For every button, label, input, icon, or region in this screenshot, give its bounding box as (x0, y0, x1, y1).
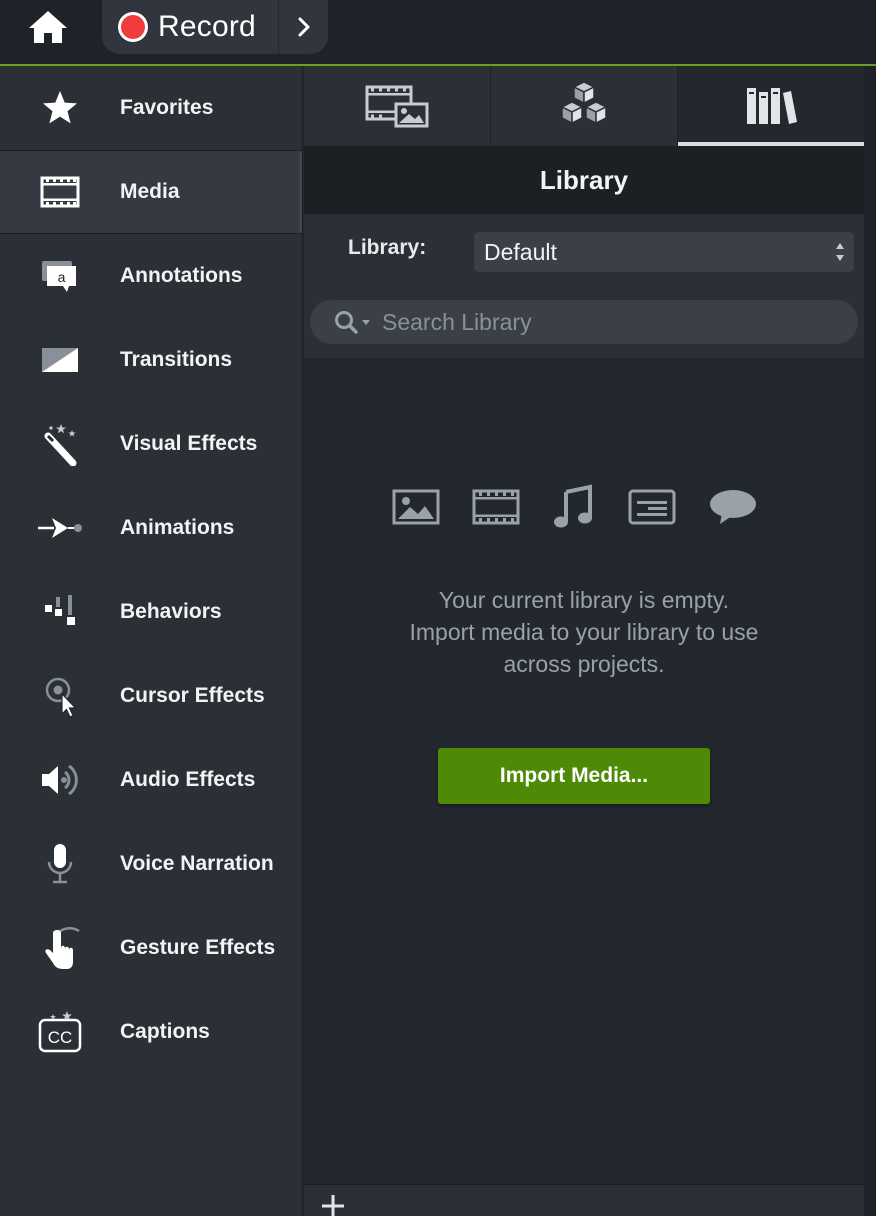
record-button[interactable]: Record (102, 0, 278, 54)
sidebar-item-visual-effects[interactable]: Visual Effects (0, 402, 302, 486)
text-caption-icon (628, 482, 676, 532)
empty-library-message: Your current library is empty. Import me… (304, 584, 864, 680)
top-toolbar: Record (0, 0, 876, 66)
sidebar-item-favorites[interactable]: Favorites (0, 66, 302, 150)
sidebar-item-transitions[interactable]: Transitions (0, 318, 302, 402)
import-media-button[interactable]: Import Media... (438, 748, 710, 804)
home-button[interactable] (24, 7, 72, 47)
library-select-value: Default (484, 239, 557, 265)
captions-icon-text: CC (48, 1028, 73, 1047)
add-icon[interactable] (318, 1191, 348, 1216)
sidebar-item-cursor-effects[interactable]: Cursor Effects (0, 654, 302, 738)
search-row (304, 288, 864, 358)
right-edge (864, 66, 876, 1216)
panel-bottom-bar (304, 1184, 864, 1216)
sidebar-item-label: Annotations (120, 264, 243, 287)
library-select-row: Library: Default (304, 214, 864, 288)
library-select[interactable]: Default (474, 232, 854, 272)
sidebar: Favorites Media a Annotations Transition… (0, 66, 303, 1216)
library-select-label: Library: (348, 236, 427, 259)
star-icon (36, 84, 84, 132)
sidebar-item-media[interactable]: Media (0, 150, 302, 234)
cursor-icon (36, 672, 84, 720)
panel-tabs (304, 66, 864, 146)
sidebar-item-label: Cursor Effects (120, 684, 265, 707)
sidebar-item-label: Gesture Effects (120, 936, 276, 959)
sidebar-item-animations[interactable]: Animations (0, 486, 302, 570)
sidebar-item-label: Behaviors (120, 600, 222, 623)
tab-media-bin[interactable] (304, 66, 491, 146)
sidebar-item-label: Audio Effects (120, 768, 256, 791)
record-label: Record (158, 10, 256, 43)
panel-header: Library (304, 146, 864, 214)
microphone-icon (36, 840, 84, 888)
sidebar-item-label: Visual Effects (120, 432, 258, 455)
sidebar-item-label: Animations (120, 516, 235, 539)
media-bin-icon (365, 85, 429, 128)
sidebar-item-behaviors[interactable]: Behaviors (0, 570, 302, 654)
image-icon (392, 482, 440, 532)
tab-library-assets[interactable] (491, 66, 678, 146)
books-icon (747, 88, 797, 124)
home-icon (29, 11, 67, 43)
film-strip-icon (36, 168, 84, 216)
sidebar-item-voice-narration[interactable]: Voice Narration (0, 822, 302, 906)
sidebar-item-captions[interactable]: CC Captions (0, 990, 302, 1074)
record-control: Record (102, 0, 328, 54)
closed-captions-icon: CC (36, 1008, 84, 1056)
app-window: Record Favorites Media a Annotations Tra… (0, 0, 876, 1216)
search-input[interactable] (382, 304, 842, 340)
tab-library[interactable] (678, 66, 864, 146)
select-arrows-icon (836, 243, 844, 261)
empty-message-line: across projects. (503, 651, 665, 677)
library-empty-state: Your current library is empty. Import me… (304, 358, 864, 1184)
sidebar-item-audio-effects[interactable]: Audio Effects (0, 738, 302, 822)
cubes-icon (560, 81, 608, 125)
record-options-button[interactable] (279, 0, 328, 54)
video-icon (472, 482, 520, 532)
music-note-icon (552, 482, 594, 532)
empty-message-line: Your current library is empty. (438, 587, 730, 613)
magic-wand-icon (36, 420, 84, 468)
empty-message-line: Import media to your library to use (409, 619, 759, 645)
speech-bubble-icon (708, 482, 758, 532)
search-icon[interactable] (334, 310, 376, 336)
chevron-right-icon (298, 17, 309, 37)
search-box[interactable] (310, 300, 858, 344)
sidebar-item-label: Favorites (120, 96, 214, 119)
record-dot-icon (118, 12, 148, 42)
sidebar-item-label: Captions (120, 1020, 210, 1043)
behaviors-icon (36, 588, 84, 636)
animation-arrow-icon (36, 504, 84, 552)
sidebar-item-label: Media (120, 180, 180, 203)
sidebar-item-label: Transitions (120, 348, 233, 371)
media-type-icons (392, 482, 772, 532)
sidebar-item-gesture-effects[interactable]: Gesture Effects (0, 906, 302, 990)
annotation-callout-icon: a (36, 252, 84, 300)
speaker-icon (36, 756, 84, 804)
hand-gesture-icon (36, 924, 84, 972)
sidebar-item-label: Voice Narration (120, 852, 274, 875)
annotation-icon-letter: a (58, 269, 66, 285)
sidebar-item-annotations[interactable]: a Annotations (0, 234, 302, 318)
transition-icon (36, 336, 84, 384)
panel-title: Library (539, 164, 629, 195)
library-panel: Library Library: Default Search Library … (304, 66, 864, 1216)
